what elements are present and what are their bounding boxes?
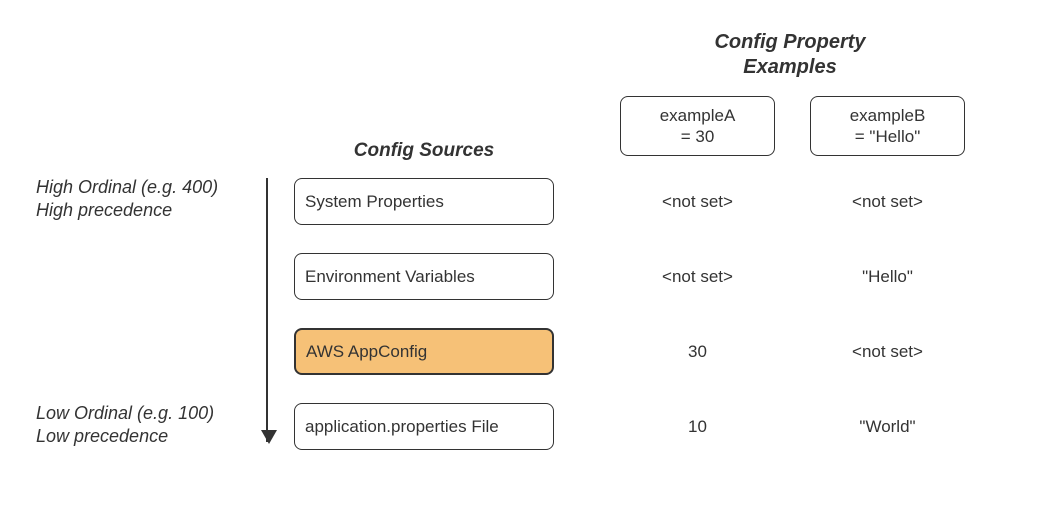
source-label: AWS AppConfig	[306, 342, 427, 362]
value-a-row2: <not set>	[620, 253, 775, 300]
ordinal-low-label: Low Ordinal (e.g. 100) Low precedence	[36, 402, 256, 449]
ordinal-high-line1: High Ordinal (e.g. 400)	[36, 177, 218, 197]
property-box-a: exampleA = 30	[620, 96, 775, 156]
ordinal-high-line2: High precedence	[36, 200, 172, 220]
value-a-row1: <not set>	[620, 178, 775, 225]
value-a-row3: 30	[620, 328, 775, 375]
source-box-application-properties-file: application.properties File	[294, 403, 554, 450]
diagram-canvas: Config Property Examples exampleA = 30 e…	[0, 0, 1059, 522]
properties-heading-line1: Config Property	[714, 31, 865, 53]
source-label: Environment Variables	[305, 267, 475, 287]
property-a-name: exampleA	[660, 105, 736, 126]
property-a-value: = 30	[681, 126, 715, 147]
value-b-row2: "Hello"	[810, 253, 965, 300]
sources-heading: Config Sources	[294, 140, 554, 162]
properties-heading-line2: Examples	[743, 56, 836, 78]
value-a-row4: 10	[620, 403, 775, 450]
source-box-aws-appconfig: AWS AppConfig	[294, 328, 554, 375]
value-b-row4: "World"	[810, 403, 965, 450]
ordinal-low-line1: Low Ordinal (e.g. 100)	[36, 403, 214, 423]
precedence-arrow-icon	[266, 178, 268, 442]
property-b-value: = "Hello"	[855, 126, 920, 147]
value-b-row3: <not set>	[810, 328, 965, 375]
ordinal-high-label: High Ordinal (e.g. 400) High precedence	[36, 176, 256, 223]
source-box-system-properties: System Properties	[294, 178, 554, 225]
property-b-name: exampleB	[850, 105, 926, 126]
value-b-row1: <not set>	[810, 178, 965, 225]
properties-heading: Config Property Examples	[600, 30, 980, 80]
source-label: System Properties	[305, 192, 444, 212]
ordinal-low-line2: Low precedence	[36, 426, 168, 446]
source-label: application.properties File	[305, 417, 499, 437]
source-box-environment-variables: Environment Variables	[294, 253, 554, 300]
property-box-b: exampleB = "Hello"	[810, 96, 965, 156]
